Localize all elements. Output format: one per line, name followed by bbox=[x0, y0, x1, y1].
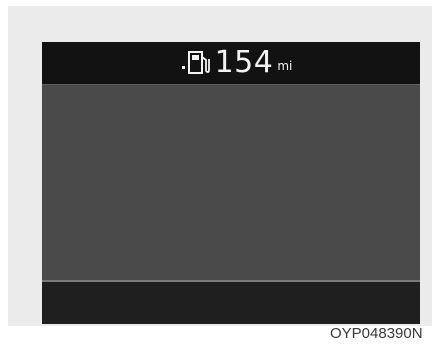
distance-to-empty: 154 mi bbox=[181, 45, 293, 80]
image-code: OYP048390N bbox=[330, 325, 423, 342]
range-value: 154 bbox=[214, 45, 274, 80]
range-unit: mi bbox=[277, 59, 293, 73]
bottom-status-bar bbox=[42, 282, 420, 324]
cluster-frame: 154 mi bbox=[8, 6, 432, 326]
cluster-display: 154 mi bbox=[42, 42, 420, 324]
top-status-bar: 154 mi bbox=[42, 42, 420, 84]
fuel-pump-icon bbox=[187, 51, 210, 74]
main-display-area bbox=[42, 84, 420, 283]
indicator-dot bbox=[181, 66, 185, 69]
